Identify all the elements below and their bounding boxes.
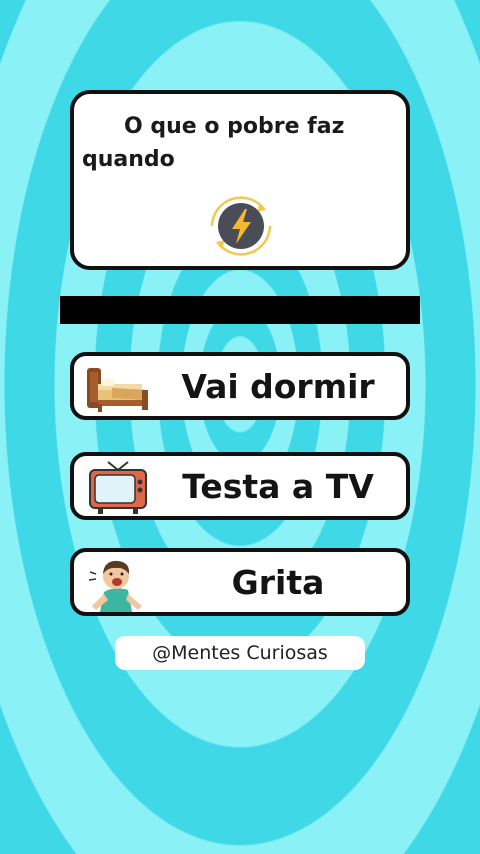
option-testa-a-tv[interactable]: Testa a TV — [70, 452, 410, 520]
option-label: Testa a TV — [182, 466, 374, 506]
shouting-boy-icon — [88, 560, 142, 612]
redaction-bar — [60, 296, 420, 324]
credit-tag: @Mentes Curiosas — [115, 636, 365, 670]
option-label: Grita — [231, 562, 325, 602]
tv-icon — [89, 461, 147, 514]
option-label: Vai dormir — [181, 366, 375, 406]
lightning-icon — [210, 196, 272, 256]
option-grita[interactable]: Grita — [70, 548, 410, 616]
question-text: O que o pobre faz quando — [82, 114, 345, 172]
bed-icon — [87, 368, 148, 412]
question-card: O que o pobre faz quando — [70, 90, 410, 270]
option-vai-dormir[interactable]: Vai dormir — [70, 352, 410, 420]
